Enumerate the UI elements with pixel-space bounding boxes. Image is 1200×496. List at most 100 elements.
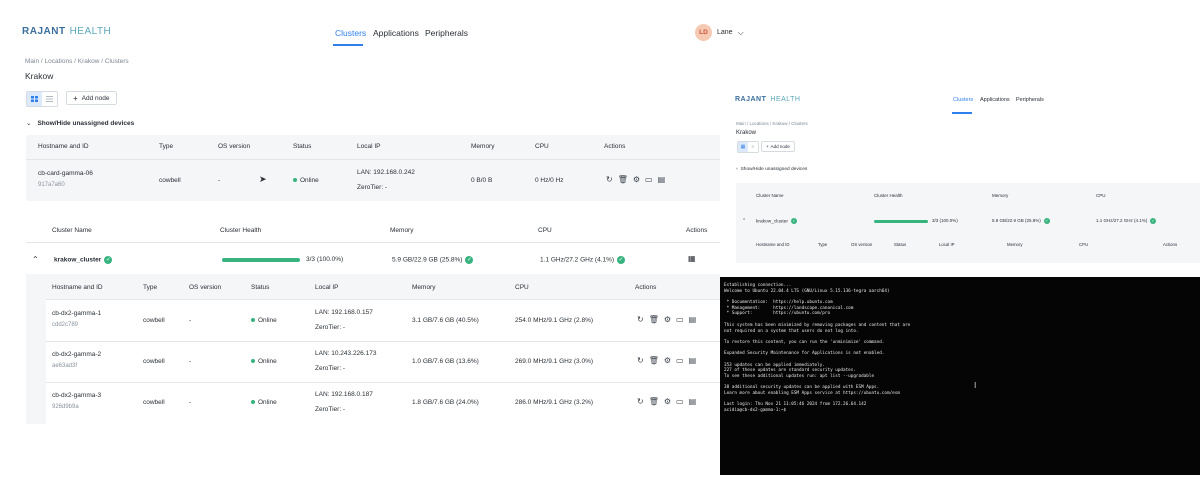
divider [26, 242, 720, 243]
mini-nav-peripherals[interactable]: Peripherals [1016, 97, 1044, 103]
node-memory: 3.1 GB/7.6 GB (40.5%) [412, 317, 479, 324]
node-os: - [189, 358, 192, 365]
mini-nav-clusters[interactable]: Clusters [953, 97, 973, 103]
node-memory: 1.8 GB/7.6 GB (24.0%) [412, 399, 479, 406]
node-memory: 1.0 GB/7.6 GB (13.6%) [412, 358, 479, 365]
breadcrumb[interactable]: Main / Locations / Krakow / Clusters [25, 58, 129, 65]
node-cpu: 254.0 MHz/9.1 GHz (2.8%) [515, 317, 594, 324]
col-memory: Memory [412, 284, 436, 291]
unassigned-toggle-label: Show/Hide unassigned devices [37, 120, 135, 127]
terminal-output: Establishing connection... Welcome to Ubu… [724, 283, 1196, 414]
brand-logo[interactable]: RAJANT HEALTH [22, 26, 111, 37]
node-os: - [189, 399, 192, 406]
gear-icon[interactable]: ⚙ [664, 315, 671, 324]
restart-icon[interactable]: ↻ [606, 175, 613, 184]
grid-view-icon[interactable] [27, 92, 42, 106]
mini-nav-applications[interactable]: Applications [980, 97, 1010, 103]
status-badge: Online [251, 317, 277, 324]
device-memory: 0 B/0 B [471, 177, 493, 184]
terminal-icon[interactable]: ▭ [676, 356, 684, 365]
node-id: 926d9b9a [52, 404, 79, 410]
mini-col-type: Type [818, 242, 828, 247]
divider [26, 159, 720, 160]
text-cursor-icon: I [974, 381, 977, 390]
restart-icon[interactable]: ↻ [637, 315, 644, 324]
delete-icon[interactable]: 🗑 [649, 397, 659, 406]
online-dot-icon [293, 178, 297, 183]
node-cpu: 269.0 MHz/9.1 GHz (3.0%) [515, 358, 594, 365]
col-status: Status [293, 143, 312, 150]
mini-col-memory-node: Memory [1007, 242, 1023, 247]
brand-name: RAJANT [22, 26, 66, 37]
node-zerotier: ZeroTier: - [315, 365, 346, 372]
col-local-ip: Local IP [357, 143, 381, 150]
brand-product: HEALTH [69, 26, 112, 37]
unassigned-toggle[interactable]: ⌄ Show/Hide unassigned devices [26, 119, 134, 127]
terminal-icon[interactable]: ▭ [676, 315, 684, 324]
mini-breadcrumb[interactable]: Main / Locations / Krakow / Clusters [736, 121, 808, 126]
terminal-icon[interactable]: ▭ [645, 175, 653, 184]
online-dot-icon [251, 359, 255, 364]
list-view-icon[interactable]: ≡ [748, 142, 758, 152]
chevron-up-icon[interactable]: ⌃ [742, 218, 746, 224]
gear-icon[interactable]: ⚙ [664, 397, 671, 406]
node-id: ae63ad3f [52, 363, 78, 369]
mini-unassigned-toggle[interactable]: › Show/Hide unassigned devices [736, 167, 807, 172]
device-os: - [218, 177, 221, 184]
mini-col-os: OS version [851, 242, 873, 247]
restart-icon[interactable]: ↻ [637, 397, 644, 406]
mini-col-memory: Memory [992, 193, 1009, 198]
add-node-button[interactable]: + Add node [66, 91, 117, 105]
mini-add-node-button[interactable]: + Add node [761, 141, 795, 152]
nav-applications[interactable]: Applications [373, 28, 419, 38]
delete-icon[interactable]: 🗑 [649, 356, 659, 365]
logs-icon[interactable]: ▤ [658, 175, 666, 184]
plus-icon: + [73, 93, 78, 103]
logs-icon[interactable]: ▤ [689, 397, 697, 406]
mini-cluster-name: krakow_cluster ✓ [756, 218, 797, 225]
cluster-memory: 5.9 GB/22.9 GB (25.8%) ✓ [392, 256, 474, 264]
device-hostname: cb-card-gamma-06 [38, 170, 93, 177]
gear-icon[interactable]: ⚙ [664, 356, 671, 365]
check-icon: ✓ [465, 256, 474, 264]
node-type: cowbell [143, 399, 165, 406]
calendar-icon[interactable]: ▦ [688, 254, 696, 263]
user-menu[interactable]: LD Lane ⌵ [695, 24, 744, 41]
mini-cluster-cpu: 1.1 GHz/27.2 GHz (4.1%) ✓ [1096, 218, 1157, 224]
chevron-up-icon[interactable]: ⌃ [32, 255, 39, 264]
col-cluster-name: Cluster Name [52, 227, 92, 234]
nav-peripherals[interactable]: Peripherals [425, 28, 468, 38]
col-memory: Memory [471, 143, 495, 150]
mouse-cursor-icon: ➤ [259, 174, 267, 184]
unassigned-devices-table: Hostname and ID Type OS version Status L… [26, 135, 720, 201]
col-cluster-memory: Memory [390, 227, 414, 234]
mini-col-cpu: CPU [1096, 193, 1106, 198]
nav-clusters[interactable]: Clusters [335, 28, 366, 38]
device-type: cowbell [159, 177, 181, 184]
view-toggle[interactable] [26, 91, 58, 107]
restart-icon[interactable]: ↻ [637, 356, 644, 365]
user-name: Lane [717, 29, 733, 36]
delete-icon[interactable]: 🗑 [618, 175, 628, 184]
chevron-down-icon: ⌵ [737, 27, 744, 37]
avatar: LD [695, 24, 712, 41]
col-cpu: CPU [535, 143, 549, 150]
delete-icon[interactable]: 🗑 [649, 315, 659, 324]
col-cluster-health: Cluster Health [220, 227, 262, 234]
cluster-name: krakow_cluster ✓ [54, 256, 113, 264]
node-type: cowbell [143, 317, 165, 324]
mini-view-toggle[interactable]: ▦ ≡ [737, 141, 759, 153]
list-view-icon[interactable] [42, 92, 57, 106]
mini-brand-logo[interactable]: RAJANT HEALTH [735, 96, 801, 103]
ssh-terminal[interactable]: Establishing connection... Welcome to Ubu… [720, 277, 1200, 475]
status-badge: Online [293, 177, 319, 184]
mini-cluster-memory: 5.9 GB/22.9 GB (25.8%) ✓ [992, 218, 1050, 224]
page-title: Krakow [25, 71, 54, 81]
check-icon: ✓ [791, 218, 797, 224]
logs-icon[interactable]: ▤ [689, 356, 697, 365]
status-badge: Online [251, 399, 277, 406]
grid-view-icon[interactable]: ▦ [738, 142, 748, 152]
gear-icon[interactable]: ⚙ [633, 175, 640, 184]
logs-icon[interactable]: ▤ [689, 315, 697, 324]
terminal-icon[interactable]: ▭ [676, 397, 684, 406]
